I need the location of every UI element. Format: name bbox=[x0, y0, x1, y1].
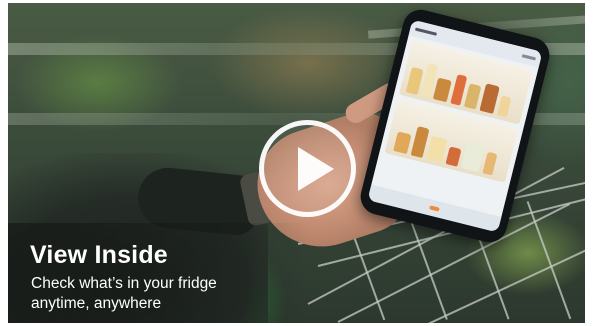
smartphone bbox=[356, 5, 554, 247]
jar bbox=[482, 151, 498, 176]
jar bbox=[432, 77, 452, 103]
play-icon bbox=[298, 147, 334, 191]
jar bbox=[393, 131, 412, 155]
container bbox=[461, 140, 486, 173]
jar bbox=[463, 83, 482, 110]
jar bbox=[426, 135, 448, 163]
jar bbox=[496, 95, 512, 118]
video-caption-title: View Inside bbox=[30, 241, 168, 269]
video-caption-subtitle: Check what’s in your fridge anytime, any… bbox=[31, 274, 301, 314]
video-player[interactable]: View Inside Check what’s in your fridge … bbox=[8, 3, 585, 323]
jar bbox=[479, 83, 500, 114]
video-caption-line: Check what’s in your fridge bbox=[31, 275, 217, 292]
page-frame: View Inside Check what’s in your fridge … bbox=[0, 0, 593, 326]
app-footer-indicator bbox=[429, 205, 440, 212]
jar bbox=[445, 146, 462, 167]
play-button[interactable] bbox=[259, 120, 356, 217]
video-caption-line: anytime, anywhere bbox=[31, 295, 162, 312]
